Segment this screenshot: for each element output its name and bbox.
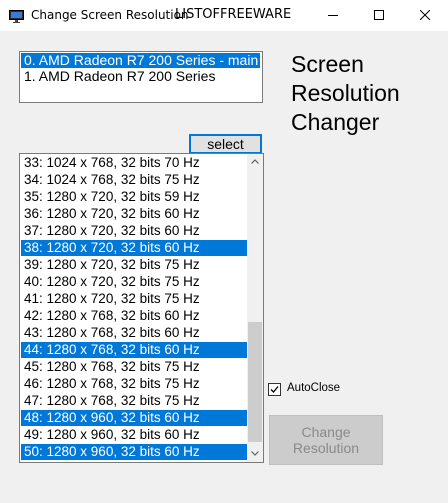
change-button-line1: Change [301,424,351,440]
heading-line: Changer [291,109,380,135]
chevron-down-icon [251,451,259,456]
monitor-icon [9,8,24,23]
adapter-item-0[interactable]: 0. AMD Radeon R7 200 Series - main [21,53,260,68]
window-title: Change Screen Resolution [31,8,189,22]
change-button-line2: Resolution [292,440,360,456]
minimize-icon [328,15,338,16]
mode-item[interactable]: 34: 1024 x 768, 32 bits 75 Hz [21,172,247,188]
checkmark-icon [270,386,279,393]
mode-item[interactable]: 39: 1280 x 720, 32 bits 75 Hz [21,257,247,273]
mode-item[interactable]: 47: 1280 x 768, 32 bits 75 Hz [21,393,247,409]
minimize-button[interactable] [310,0,356,31]
mode-item[interactable]: 41: 1280 x 720, 32 bits 75 Hz [21,291,247,307]
select-button[interactable]: select [189,134,262,154]
mode-list-scrollbar[interactable] [247,154,263,462]
scroll-up-button[interactable] [247,154,263,170]
mode-item[interactable]: 43: 1280 x 768, 32 bits 60 Hz [21,325,247,341]
brand-label: LISTOFFREEWARE [175,7,292,22]
mode-item-selected[interactable]: 38: 1280 x 720, 32 bits 60 Hz [21,240,247,256]
scroll-down-button[interactable] [247,446,263,462]
mode-item[interactable]: 42: 1280 x 768, 32 bits 60 Hz [21,308,247,324]
title-bar[interactable]: Change Screen Resolution LISTOFFREEWARE [0,0,448,31]
maximize-icon [374,10,384,20]
change-resolution-button[interactable]: Change Resolution [269,415,383,465]
heading-line: Resolution [291,80,400,106]
mode-item[interactable]: 49: 1280 x 960, 32 bits 60 Hz [21,427,247,443]
autoclose-label: AutoClose [287,382,341,394]
mode-item-selected[interactable]: 50: 1280 x 960, 32 bits 60 Hz [21,444,247,460]
autoclose-checkbox[interactable] [268,383,281,396]
app-window: Change Screen Resolution LISTOFFREEWARE … [0,0,448,503]
adapter-item-1[interactable]: 1. AMD Radeon R7 200 Series [21,69,215,84]
mode-item[interactable]: 37: 1280 x 720, 32 bits 60 Hz [21,223,247,239]
maximize-button[interactable] [356,0,402,31]
mode-item-selected[interactable]: 48: 1280 x 960, 32 bits 60 Hz [21,410,247,426]
resolution-mode-list[interactable]: 33: 1024 x 768, 32 bits 70 Hz 34: 1024 x… [19,153,264,463]
mode-item[interactable]: 40: 1280 x 720, 32 bits 75 Hz [21,274,247,290]
scroll-thumb[interactable] [248,322,262,442]
heading-line: Screen [291,51,364,77]
mode-item[interactable]: 46: 1280 x 768, 32 bits 75 Hz [21,376,247,392]
app-heading: Screen Resolution Changer [291,50,400,137]
mode-item[interactable]: 35: 1280 x 720, 32 bits 59 Hz [21,189,247,205]
mode-item[interactable]: 45: 1280 x 768, 32 bits 75 Hz [21,359,247,375]
mode-item[interactable]: 33: 1024 x 768, 32 bits 70 Hz [21,155,247,171]
close-button[interactable] [402,0,448,31]
chevron-up-icon [251,159,259,164]
mode-item-selected[interactable]: 44: 1280 x 768, 32 bits 60 Hz [21,342,247,358]
close-icon [420,10,430,20]
mode-item[interactable]: 36: 1280 x 720, 32 bits 60 Hz [21,206,247,222]
adapter-list[interactable]: 0. AMD Radeon R7 200 Series - main 1. AM… [19,51,263,103]
